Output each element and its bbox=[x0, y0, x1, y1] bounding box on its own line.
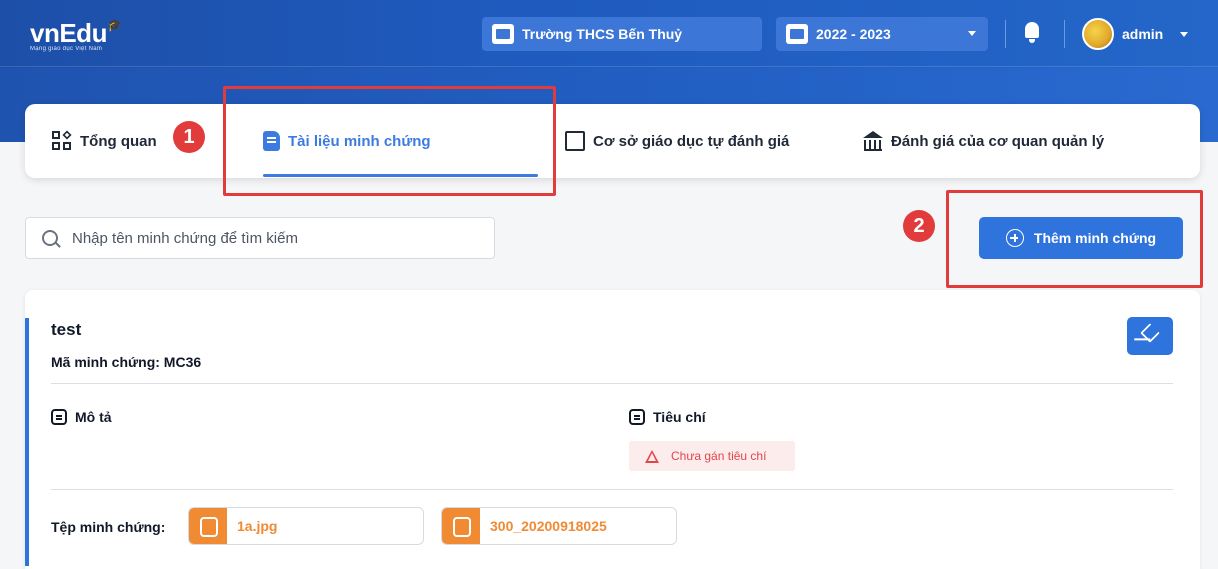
tab-overview[interactable]: Tổng quan bbox=[52, 104, 157, 178]
grid-icon bbox=[52, 130, 72, 151]
tab-label: Cơ sở giáo dục tự đánh giá bbox=[593, 132, 790, 150]
tab-label: Tổng quan bbox=[80, 132, 157, 150]
criteria-section-label: Tiêu chí bbox=[629, 409, 706, 425]
annotation-highlight-tab bbox=[223, 86, 556, 196]
header-separator bbox=[1064, 20, 1065, 48]
chevron-down-icon bbox=[968, 31, 976, 36]
card-accent-bar bbox=[25, 318, 29, 566]
files-label: Tệp minh chứng: bbox=[51, 519, 166, 535]
evidence-code: Mã minh chứng: MC36 bbox=[51, 354, 202, 370]
calendar-icon bbox=[786, 24, 808, 44]
avatar[interactable] bbox=[1082, 18, 1114, 50]
annotation-badge-2: 2 bbox=[903, 210, 935, 242]
file-name: 300_20200918025 bbox=[490, 518, 607, 534]
pencil-icon bbox=[1140, 323, 1160, 343]
image-file-icon bbox=[189, 508, 227, 544]
school-icon bbox=[565, 131, 585, 151]
divider bbox=[51, 383, 1173, 384]
header-divider bbox=[0, 66, 1218, 67]
school-selector[interactable]: Trường THCS Bến Thuỷ bbox=[482, 17, 762, 51]
graduation-cap-icon: 🎓 bbox=[106, 18, 122, 32]
logo[interactable]: vnEdu🎓 Mạng giáo dục Việt Nam bbox=[30, 18, 122, 52]
school-year-value: 2022 - 2023 bbox=[816, 26, 891, 42]
description-label: Mô tả bbox=[75, 409, 112, 425]
tab-label: Đánh giá của cơ quan quản lý bbox=[891, 132, 1105, 150]
file-name: 1a.jpg bbox=[237, 518, 278, 534]
user-name[interactable]: admin bbox=[1122, 26, 1163, 42]
search-box[interactable] bbox=[25, 217, 495, 259]
checklist-icon bbox=[629, 409, 645, 425]
user-menu-chevron-icon[interactable] bbox=[1180, 32, 1188, 37]
description-icon bbox=[51, 409, 67, 425]
logo-tagline: Mạng giáo dục Việt Nam bbox=[30, 46, 103, 52]
divider bbox=[51, 489, 1173, 490]
search-input[interactable] bbox=[72, 229, 472, 247]
tab-self-assessment[interactable]: Cơ sở giáo dục tự đánh giá bbox=[565, 104, 789, 178]
header-separator bbox=[1005, 20, 1006, 48]
tab-management-assessment[interactable]: Đánh giá của cơ quan quản lý bbox=[863, 104, 1104, 178]
evidence-title: test bbox=[51, 320, 82, 339]
bank-icon bbox=[863, 131, 883, 151]
search-icon bbox=[42, 230, 58, 246]
edit-button[interactable] bbox=[1127, 317, 1173, 355]
file-chip[interactable]: 1a.jpg bbox=[188, 507, 424, 545]
annotation-highlight-add bbox=[946, 190, 1203, 288]
annotation-badge-1: 1 bbox=[173, 121, 205, 153]
school-name: Trường THCS Bến Thuỷ bbox=[522, 26, 683, 42]
criteria-warning-badge: Chưa gán tiêu chí bbox=[629, 441, 795, 471]
document-file-icon bbox=[442, 508, 480, 544]
criteria-warning-text: Chưa gán tiêu chí bbox=[671, 449, 767, 463]
warning-icon bbox=[645, 449, 659, 463]
school-year-selector[interactable]: 2022 - 2023 bbox=[776, 17, 988, 51]
school-building-icon bbox=[492, 24, 514, 44]
criteria-label: Tiêu chí bbox=[653, 409, 706, 425]
logo-text: vnEdu bbox=[30, 18, 107, 48]
file-chip[interactable]: 300_20200918025 bbox=[441, 507, 677, 545]
description-section-label: Mô tả bbox=[51, 409, 112, 425]
evidence-card: test Mã minh chứng: MC36 Mô tả Tiêu chí … bbox=[25, 290, 1200, 569]
notification-bell-icon[interactable] bbox=[1022, 22, 1042, 44]
